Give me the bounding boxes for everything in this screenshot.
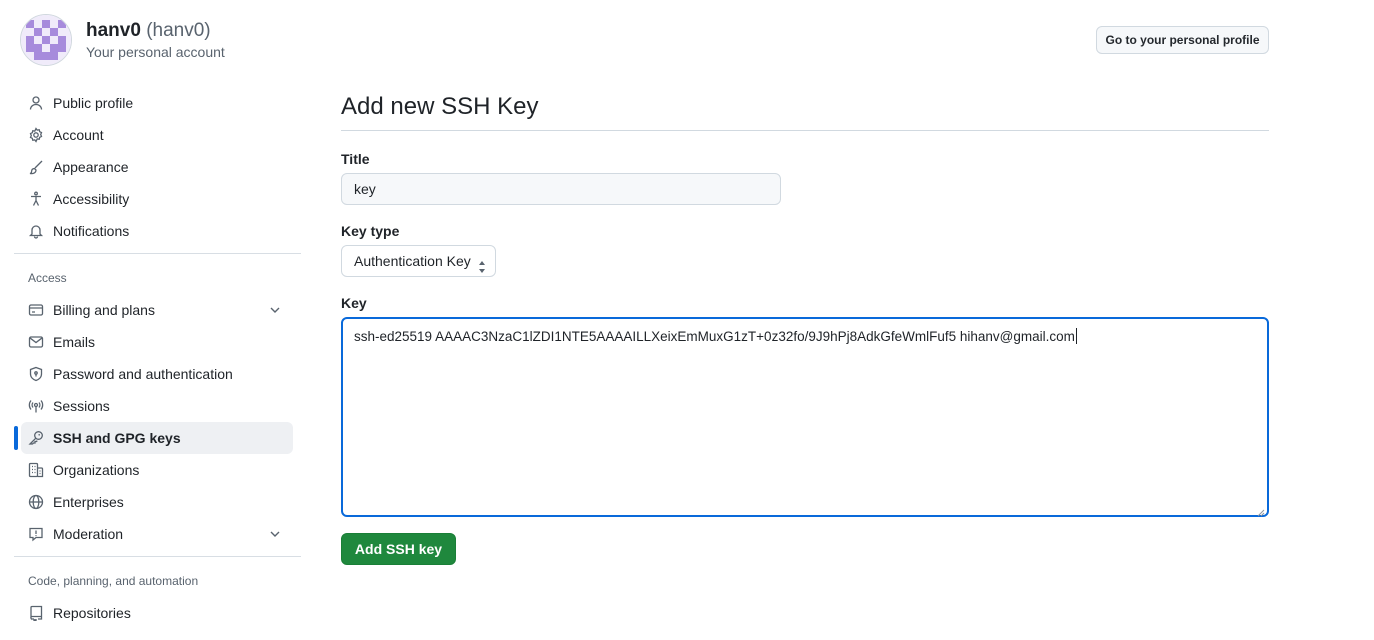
sidebar-item-label: Password and authentication — [53, 366, 233, 382]
page-title: Add new SSH Key — [341, 88, 1269, 131]
add-ssh-key-form: Add new SSH Key Title key Key type Authe… — [341, 88, 1269, 565]
resize-handle-icon[interactable] — [1257, 505, 1265, 517]
add-ssh-key-button[interactable]: Add SSH key — [341, 533, 456, 565]
globe-icon — [28, 494, 44, 510]
sidebar-item-label: Billing and plans — [53, 302, 155, 318]
select-arrows-icon — [478, 254, 486, 273]
text-caret — [1075, 328, 1077, 344]
chevron-down-icon[interactable] — [267, 302, 283, 318]
sidebar-item-label: Moderation — [53, 526, 124, 542]
sidebar-item-password[interactable]: Password and authentication — [14, 358, 301, 390]
sidebar-group-access: Access — [28, 271, 67, 285]
sidebar-item-label: Accessibility — [53, 191, 130, 207]
sidebar-item-ssh-gpg-keys[interactable]: SSH and GPG keys — [14, 422, 293, 454]
sidebar-item-public-profile[interactable]: Public profile — [14, 87, 301, 119]
organization-icon — [28, 462, 44, 478]
account-identity: hanv0 (hanv0) Your personal account — [86, 19, 225, 61]
title-input[interactable]: key — [341, 173, 781, 205]
credit-card-icon — [28, 302, 44, 318]
sidebar-item-accessibility[interactable]: Accessibility — [14, 183, 301, 215]
key-type-select[interactable]: Authentication Key — [341, 245, 496, 277]
paintbrush-icon — [28, 159, 44, 175]
sidebar-item-label: Sessions — [53, 398, 110, 414]
mail-icon — [28, 334, 44, 350]
key-icon — [28, 430, 44, 446]
sidebar-item-label: Repositories — [53, 605, 131, 621]
sidebar-item-moderation[interactable]: Moderation — [14, 518, 301, 550]
title-label: Title — [341, 151, 370, 167]
sidebar-item-account[interactable]: Account — [14, 119, 301, 151]
sidebar-item-billing[interactable]: Billing and plans — [14, 294, 301, 326]
sidebar-item-label: Organizations — [53, 462, 140, 478]
sidebar-item-organizations[interactable]: Organizations — [14, 454, 301, 486]
bell-icon — [28, 223, 44, 239]
key-text: ssh-ed25519 AAAAC3NzaC1lZDI1NTE5AAAAILLX… — [354, 329, 1075, 344]
sidebar-divider — [14, 556, 301, 557]
account-subtitle: Your personal account — [86, 44, 225, 60]
sidebar-group-code: Code, planning, and automation — [28, 574, 199, 588]
account-name[interactable]: hanv0 — [86, 20, 141, 41]
key-textarea[interactable]: ssh-ed25519 AAAAC3NzaC1lZDI1NTE5AAAAILLX… — [341, 317, 1269, 517]
sidebar-item-label: Public profile — [53, 95, 134, 111]
sidebar-item-label: Emails — [53, 334, 96, 350]
sidebar-item-sessions[interactable]: Sessions — [14, 390, 301, 422]
sidebar-divider — [14, 253, 301, 254]
key-type-value: Authentication Key — [354, 253, 471, 269]
person-icon — [28, 95, 44, 111]
chevron-down-icon[interactable] — [267, 526, 283, 542]
sidebar-item-appearance[interactable]: Appearance — [14, 151, 301, 183]
sidebar-item-notifications[interactable]: Notifications — [14, 215, 301, 247]
accessibility-icon — [28, 191, 44, 207]
account-login: (hanv0) — [146, 20, 211, 41]
sidebar-item-enterprises[interactable]: Enterprises — [14, 486, 301, 518]
sidebar-item-label: SSH and GPG keys — [53, 430, 181, 446]
sidebar-item-repositories[interactable]: Repositories — [14, 597, 301, 629]
account-name-line: hanv0 (hanv0) — [86, 19, 225, 43]
avatar[interactable] — [20, 14, 72, 66]
sidebar-item-emails[interactable]: Emails — [14, 326, 301, 358]
sidebar-item-label: Appearance — [53, 159, 129, 175]
key-label: Key — [341, 295, 367, 311]
settings-sidebar: Public profile Account Appearance Access… — [14, 87, 301, 629]
gear-icon — [28, 127, 44, 143]
go-to-profile-button[interactable]: Go to your personal profile — [1096, 26, 1269, 54]
sidebar-item-label: Account — [53, 127, 104, 143]
repo-icon — [28, 605, 44, 621]
shield-lock-icon — [28, 366, 44, 382]
sidebar-item-label: Notifications — [53, 223, 130, 239]
account-header: hanv0 (hanv0) Your personal account — [20, 14, 225, 66]
broadcast-icon — [28, 398, 44, 414]
key-type-label: Key type — [341, 223, 400, 239]
sidebar-item-label: Enterprises — [53, 494, 124, 510]
report-icon — [28, 526, 44, 542]
